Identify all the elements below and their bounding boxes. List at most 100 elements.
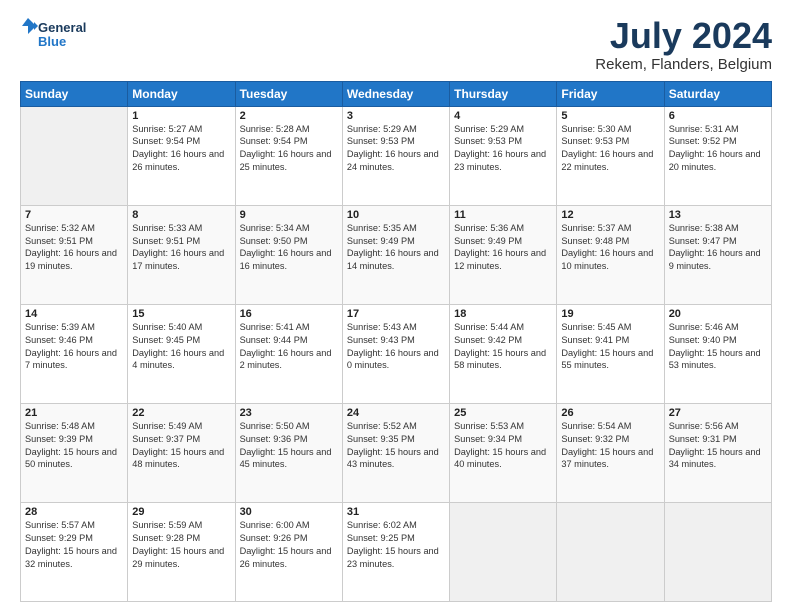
day-header-thursday: Thursday [450,81,557,106]
day-number: 27 [669,407,767,419]
day-cell: 18 Sunrise: 5:44 AM Sunset: 9:42 PM Dayl… [450,304,557,403]
logo-group: General Blue [20,16,110,59]
day-cell: 14 Sunrise: 5:39 AM Sunset: 9:46 PM Dayl… [21,304,128,403]
day-cell: 26 Sunrise: 5:54 AM Sunset: 9:32 PM Dayl… [557,403,664,502]
day-info: Sunrise: 5:32 AM Sunset: 9:51 PM Dayligh… [25,222,123,274]
day-info: Sunrise: 5:28 AM Sunset: 9:54 PM Dayligh… [240,123,338,175]
day-info: Sunrise: 5:31 AM Sunset: 9:52 PM Dayligh… [669,123,767,175]
day-cell: 29 Sunrise: 5:59 AM Sunset: 9:28 PM Dayl… [128,502,235,601]
day-number: 3 [347,110,445,122]
day-info: Sunrise: 5:48 AM Sunset: 9:39 PM Dayligh… [25,420,123,472]
day-info: Sunrise: 5:30 AM Sunset: 9:53 PM Dayligh… [561,123,659,175]
day-info: Sunrise: 5:44 AM Sunset: 9:42 PM Dayligh… [454,321,552,373]
day-number: 30 [240,506,338,518]
day-cell: 12 Sunrise: 5:37 AM Sunset: 9:48 PM Dayl… [557,205,664,304]
day-cell [664,502,771,601]
day-header-sunday: Sunday [21,81,128,106]
day-cell: 11 Sunrise: 5:36 AM Sunset: 9:49 PM Dayl… [450,205,557,304]
day-number: 25 [454,407,552,419]
day-cell: 8 Sunrise: 5:33 AM Sunset: 9:51 PM Dayli… [128,205,235,304]
day-cell: 17 Sunrise: 5:43 AM Sunset: 9:43 PM Dayl… [342,304,449,403]
day-number: 19 [561,308,659,320]
day-number: 7 [25,209,123,221]
day-number: 16 [240,308,338,320]
week-row-0: 1 Sunrise: 5:27 AM Sunset: 9:54 PM Dayli… [21,106,772,205]
day-number: 1 [132,110,230,122]
day-number: 4 [454,110,552,122]
day-cell: 1 Sunrise: 5:27 AM Sunset: 9:54 PM Dayli… [128,106,235,205]
day-cell: 7 Sunrise: 5:32 AM Sunset: 9:51 PM Dayli… [21,205,128,304]
day-info: Sunrise: 5:54 AM Sunset: 9:32 PM Dayligh… [561,420,659,472]
day-cell [450,502,557,601]
day-number: 2 [240,110,338,122]
day-cell: 2 Sunrise: 5:28 AM Sunset: 9:54 PM Dayli… [235,106,342,205]
day-header-tuesday: Tuesday [235,81,342,106]
location: Rekem, Flanders, Belgium [595,56,772,73]
day-info: Sunrise: 5:45 AM Sunset: 9:41 PM Dayligh… [561,321,659,373]
day-cell: 9 Sunrise: 5:34 AM Sunset: 9:50 PM Dayli… [235,205,342,304]
day-number: 31 [347,506,445,518]
day-number: 23 [240,407,338,419]
day-info: Sunrise: 5:37 AM Sunset: 9:48 PM Dayligh… [561,222,659,274]
day-cell: 3 Sunrise: 5:29 AM Sunset: 9:53 PM Dayli… [342,106,449,205]
day-number: 11 [454,209,552,221]
page: General Blue July 2024 Rekem, Flanders, … [0,0,792,612]
day-number: 29 [132,506,230,518]
day-cell [557,502,664,601]
day-info: Sunrise: 5:27 AM Sunset: 9:54 PM Dayligh… [132,123,230,175]
day-number: 26 [561,407,659,419]
day-header-saturday: Saturday [664,81,771,106]
day-number: 13 [669,209,767,221]
day-info: Sunrise: 5:33 AM Sunset: 9:51 PM Dayligh… [132,222,230,274]
day-number: 24 [347,407,445,419]
day-info: Sunrise: 5:52 AM Sunset: 9:35 PM Dayligh… [347,420,445,472]
logo: General Blue [20,16,110,59]
day-cell: 16 Sunrise: 5:41 AM Sunset: 9:44 PM Dayl… [235,304,342,403]
month-title: July 2024 [595,16,772,56]
day-info: Sunrise: 5:29 AM Sunset: 9:53 PM Dayligh… [347,123,445,175]
day-cell: 24 Sunrise: 5:52 AM Sunset: 9:35 PM Dayl… [342,403,449,502]
day-number: 5 [561,110,659,122]
day-cell: 5 Sunrise: 5:30 AM Sunset: 9:53 PM Dayli… [557,106,664,205]
day-cell: 22 Sunrise: 5:49 AM Sunset: 9:37 PM Dayl… [128,403,235,502]
day-cell: 20 Sunrise: 5:46 AM Sunset: 9:40 PM Dayl… [664,304,771,403]
header-row: SundayMondayTuesdayWednesdayThursdayFrid… [21,81,772,106]
title-block: July 2024 Rekem, Flanders, Belgium [595,16,772,73]
day-number: 22 [132,407,230,419]
day-info: Sunrise: 5:49 AM Sunset: 9:37 PM Dayligh… [132,420,230,472]
day-info: Sunrise: 5:40 AM Sunset: 9:45 PM Dayligh… [132,321,230,373]
day-number: 14 [25,308,123,320]
day-cell: 25 Sunrise: 5:53 AM Sunset: 9:34 PM Dayl… [450,403,557,502]
day-info: Sunrise: 5:29 AM Sunset: 9:53 PM Dayligh… [454,123,552,175]
day-cell: 30 Sunrise: 6:00 AM Sunset: 9:26 PM Dayl… [235,502,342,601]
day-number: 28 [25,506,123,518]
day-number: 20 [669,308,767,320]
day-info: Sunrise: 5:56 AM Sunset: 9:31 PM Dayligh… [669,420,767,472]
day-cell: 13 Sunrise: 5:38 AM Sunset: 9:47 PM Dayl… [664,205,771,304]
day-info: Sunrise: 5:38 AM Sunset: 9:47 PM Dayligh… [669,222,767,274]
day-info: Sunrise: 5:43 AM Sunset: 9:43 PM Dayligh… [347,321,445,373]
day-cell: 21 Sunrise: 5:48 AM Sunset: 9:39 PM Dayl… [21,403,128,502]
day-info: Sunrise: 6:02 AM Sunset: 9:25 PM Dayligh… [347,519,445,571]
day-cell: 15 Sunrise: 5:40 AM Sunset: 9:45 PM Dayl… [128,304,235,403]
svg-text:General: General [38,20,86,35]
logo-svg: General Blue [20,16,110,54]
week-row-2: 14 Sunrise: 5:39 AM Sunset: 9:46 PM Dayl… [21,304,772,403]
day-cell: 19 Sunrise: 5:45 AM Sunset: 9:41 PM Dayl… [557,304,664,403]
day-info: Sunrise: 5:36 AM Sunset: 9:49 PM Dayligh… [454,222,552,274]
day-header-monday: Monday [128,81,235,106]
calendar-table: SundayMondayTuesdayWednesdayThursdayFrid… [20,81,772,602]
day-header-wednesday: Wednesday [342,81,449,106]
week-row-1: 7 Sunrise: 5:32 AM Sunset: 9:51 PM Dayli… [21,205,772,304]
day-number: 8 [132,209,230,221]
day-cell: 27 Sunrise: 5:56 AM Sunset: 9:31 PM Dayl… [664,403,771,502]
day-number: 15 [132,308,230,320]
day-cell: 4 Sunrise: 5:29 AM Sunset: 9:53 PM Dayli… [450,106,557,205]
day-header-friday: Friday [557,81,664,106]
day-info: Sunrise: 5:59 AM Sunset: 9:28 PM Dayligh… [132,519,230,571]
day-number: 12 [561,209,659,221]
day-cell [21,106,128,205]
header: General Blue July 2024 Rekem, Flanders, … [20,16,772,73]
day-cell: 31 Sunrise: 6:02 AM Sunset: 9:25 PM Dayl… [342,502,449,601]
day-info: Sunrise: 6:00 AM Sunset: 9:26 PM Dayligh… [240,519,338,571]
